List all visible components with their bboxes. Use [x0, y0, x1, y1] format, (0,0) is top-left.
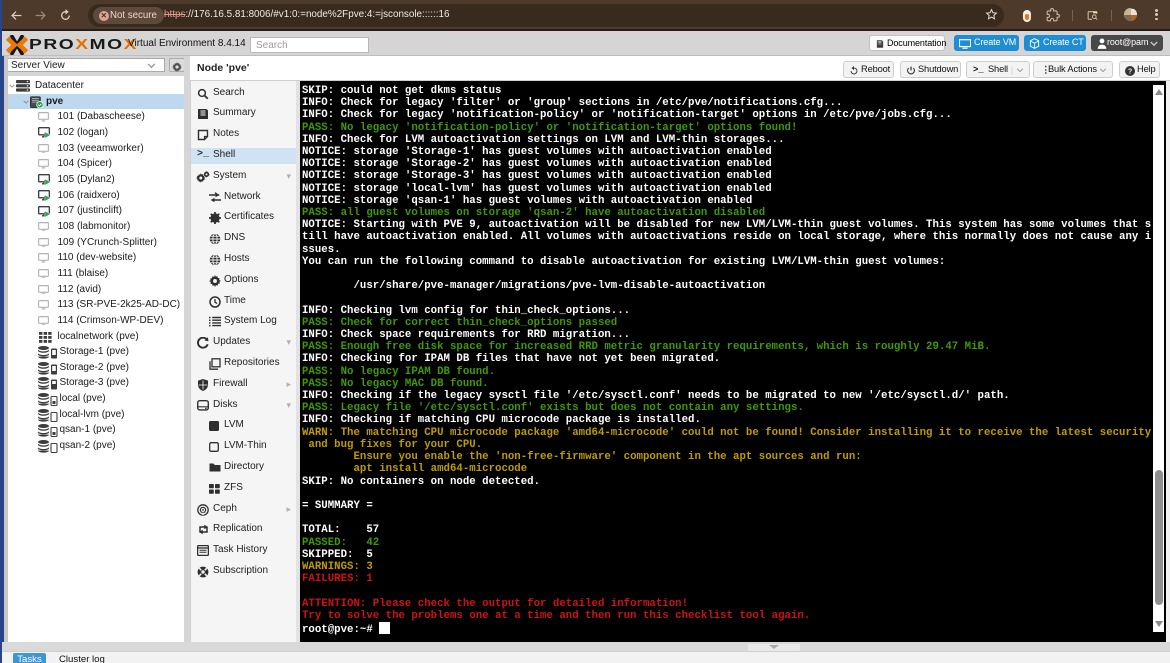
svg-text:?: ? [1128, 68, 1132, 75]
